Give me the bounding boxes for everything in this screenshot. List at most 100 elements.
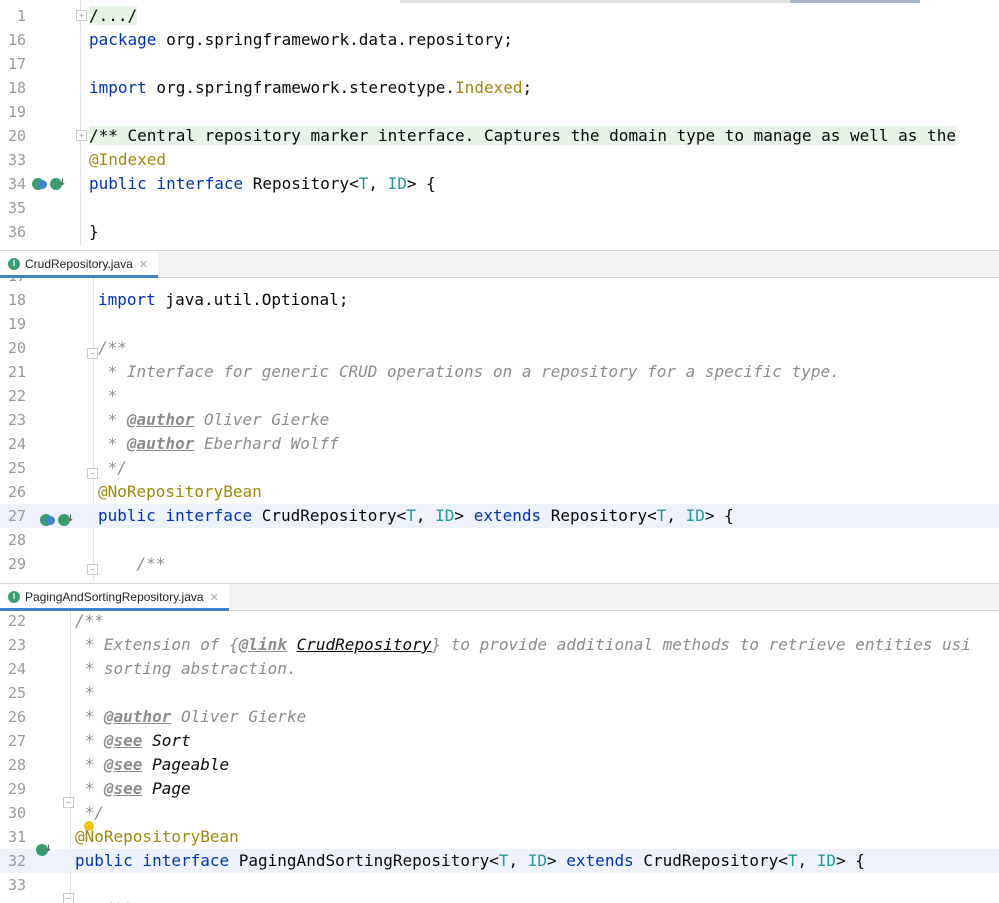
fold-toggle-icon[interactable]: − [87, 348, 98, 359]
code-line[interactable]: 26 * @author Oliver Gierke [0, 705, 999, 729]
code-line[interactable]: 23 * Extension of {@link CrudRepository}… [0, 633, 999, 657]
fold-toggle-icon[interactable]: + [76, 10, 87, 21]
line-number[interactable]: 25 [0, 456, 26, 480]
code-line[interactable]: 25 */ [0, 456, 999, 480]
down-arrow-icon[interactable]: ↓ [59, 174, 66, 188]
code-line[interactable]: 24 * @author Eberhard Wolff [0, 432, 999, 456]
code-token: /** [98, 554, 166, 573]
line-number[interactable]: 36 [0, 220, 26, 244]
code-line[interactable]: 20 /** [0, 336, 999, 360]
line-number[interactable]: 32 [0, 849, 26, 873]
code-line[interactable]: 28 * @see Pageable [0, 753, 999, 777]
code-line[interactable]: 21 * Interface for generic CRUD operatio… [0, 360, 999, 384]
fold-toggle-icon[interactable]: − [87, 468, 98, 479]
code-line[interactable]: 28 [0, 528, 999, 552]
line-number[interactable]: 20 [0, 336, 26, 360]
fold-toggle-icon[interactable]: + [76, 130, 87, 141]
line-number[interactable]: 28 [0, 753, 26, 777]
code-line[interactable]: 29 /** [0, 552, 999, 576]
code-line[interactable]: 32 public interface PagingAndSortingRepos… [0, 849, 999, 873]
code-line[interactable]: 27 * @see Sort [0, 729, 999, 753]
down-arrow-icon[interactable]: ↓ [45, 840, 52, 854]
line-number[interactable]: 31 [0, 825, 26, 849]
line-number[interactable]: 29 [0, 777, 26, 801]
code-token: Eberhard Wolff [194, 434, 339, 453]
code-text: import org.springframework.stereotype.In… [89, 76, 532, 100]
line-number[interactable]: 23 [0, 408, 26, 432]
code-line[interactable]: 17 [0, 278, 999, 288]
line-number[interactable]: 29 [0, 552, 26, 576]
implemented-icon[interactable] [46, 516, 55, 525]
code-line[interactable]: 34 public interface Repository<T, ID> { [0, 172, 999, 196]
implemented-icon[interactable] [38, 180, 47, 189]
code-line[interactable]: 18 import java.util.Optional; [0, 288, 999, 312]
code-line[interactable]: 31 @NoRepositoryBean [0, 825, 999, 849]
code-line[interactable]: 34 /** [0, 897, 999, 903]
line-number[interactable]: 26 [0, 480, 26, 504]
line-number[interactable]: 34 [0, 172, 26, 196]
fold-toggle-icon[interactable]: − [63, 893, 74, 903]
code-line[interactable]: 22 /** [0, 611, 999, 633]
code-line[interactable]: 33 [0, 873, 999, 897]
line-number[interactable]: 21 [0, 360, 26, 384]
line-number[interactable]: 1 [0, 4, 26, 28]
code-token: ; [522, 78, 533, 97]
code-text: /** [75, 897, 133, 903]
line-number[interactable]: 30 [0, 801, 26, 825]
line-number[interactable]: 24 [0, 657, 26, 681]
editor-pane-crud-repository[interactable]: 1718 import java.util.Optional; 1920 /** 21 … [0, 278, 999, 582]
code-line[interactable]: 16 package org.springframework.data.repos… [0, 28, 999, 52]
fold-toggle-icon[interactable]: − [87, 564, 98, 575]
tab-crud-repository[interactable]: I CrudRepository.java ✕ [0, 251, 158, 278]
line-number[interactable]: 22 [0, 611, 26, 633]
tab-paging-and-sorting-repository[interactable]: I PagingAndSortingRepository.java ✕ [0, 584, 229, 611]
line-number[interactable]: 18 [0, 76, 26, 100]
line-number[interactable]: 34 [0, 897, 26, 903]
line-number[interactable]: 18 [0, 288, 26, 312]
line-number[interactable]: 26 [0, 705, 26, 729]
fold-toggle-icon[interactable]: − [63, 797, 74, 808]
code-line[interactable]: 23 * @author Oliver Gierke [0, 408, 999, 432]
code-line[interactable]: 29 * @see Page [0, 777, 999, 801]
code-line[interactable]: 25 * [0, 681, 999, 705]
line-number[interactable]: 33 [0, 873, 26, 897]
intention-bulb-icon[interactable] [84, 821, 94, 831]
line-number[interactable]: 17 [0, 278, 26, 288]
editor-pane-repository[interactable]: 1 /.../ 16 package org.springframework.data… [0, 0, 999, 246]
code-line[interactable]: 27 public interface CrudRepository<T, ID>… [0, 504, 999, 528]
line-number[interactable]: 16 [0, 28, 26, 52]
line-number[interactable]: 25 [0, 681, 26, 705]
code-token: , [797, 851, 817, 870]
top-scroll-thumb[interactable] [790, 0, 920, 3]
code-line[interactable]: 20 /** Central repository marker interfac… [0, 124, 999, 148]
close-icon[interactable]: ✕ [139, 258, 148, 271]
code-line[interactable]: 35 [0, 196, 999, 220]
line-number[interactable]: 19 [0, 312, 26, 336]
code-line[interactable]: 19 [0, 312, 999, 336]
line-number[interactable]: 27 [0, 729, 26, 753]
code-line[interactable]: 18 import org.springframework.stereotype.… [0, 76, 999, 100]
line-number[interactable]: 17 [0, 52, 26, 76]
code-line[interactable]: 1 /.../ [0, 4, 999, 28]
code-line[interactable]: 24 * sorting abstraction. [0, 657, 999, 681]
line-number[interactable]: 24 [0, 432, 26, 456]
line-number[interactable]: 35 [0, 196, 26, 220]
code-line[interactable]: 36} [0, 220, 999, 244]
code-line[interactable]: 22 * [0, 384, 999, 408]
down-arrow-icon[interactable]: ↓ [67, 510, 74, 524]
line-number[interactable]: 33 [0, 148, 26, 172]
code-line[interactable]: 26 @NoRepositoryBean [0, 480, 999, 504]
line-number[interactable]: 28 [0, 528, 26, 552]
line-number[interactable]: 19 [0, 100, 26, 124]
line-number[interactable]: 27 [0, 504, 26, 528]
code-token: T [406, 506, 416, 525]
code-line[interactable]: 17 [0, 52, 999, 76]
line-number[interactable]: 20 [0, 124, 26, 148]
code-line[interactable]: 30 */ [0, 801, 999, 825]
line-number[interactable]: 23 [0, 633, 26, 657]
close-icon[interactable]: ✕ [210, 591, 219, 604]
code-line[interactable]: 33 @Indexed [0, 148, 999, 172]
code-line[interactable]: 19 [0, 100, 999, 124]
line-number[interactable]: 22 [0, 384, 26, 408]
editor-pane-paging-and-sorting-repository[interactable]: 22 /** 23 * Extension of {@link CrudReposi… [0, 611, 999, 903]
